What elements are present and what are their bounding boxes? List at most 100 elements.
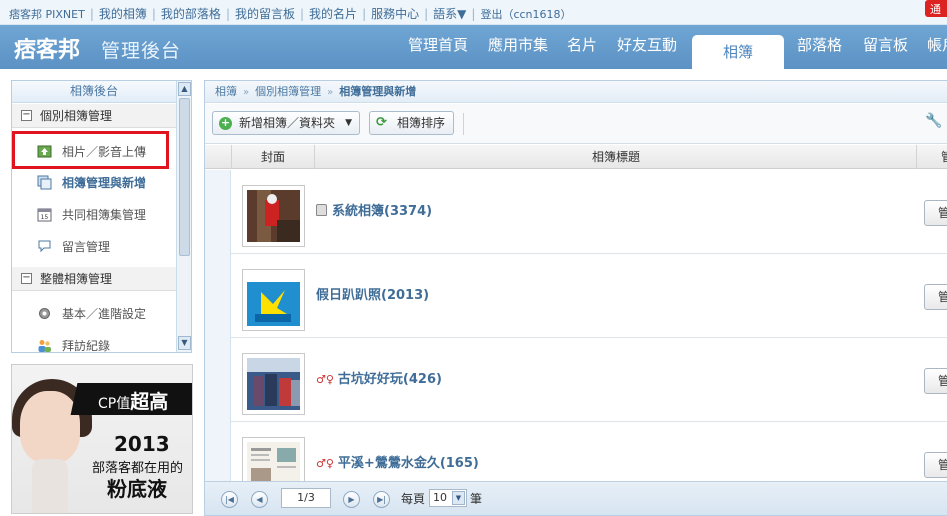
add-album-label: 新增相簿／資料夾 [239, 116, 336, 130]
separator: | [424, 7, 429, 21]
section-label: 整體相簿管理 [40, 272, 113, 286]
plus-icon: + [219, 116, 232, 130]
separator: | [151, 7, 156, 21]
link-pixnet[interactable]: 痞客邦 PIXNET [9, 8, 85, 21]
nav-app-market[interactable]: 應用市集 [488, 25, 548, 69]
top-link-bar: 痞客邦 PIXNET | 我的相簿 | 我的部落格 | 我的留言板 | 我的名片 | 服務中心 | 語系… [0, 0, 947, 25]
per-page-unit: 筆 [470, 492, 483, 506]
breadcrumb: 相簿 » 個別相簿管理 » 相簿管理與新增 [205, 81, 947, 103]
album-cover[interactable] [242, 353, 305, 415]
album-title-text: 系統相簿(3374) [332, 204, 433, 219]
manage-button[interactable]: 管理 [924, 284, 947, 310]
album-cover[interactable] [242, 185, 305, 247]
header: 痞客邦 管理後台 管理首頁 應用市集 名片 好友互動 相簿 部落格 留言板 帳戶 [0, 25, 947, 69]
manage-button[interactable]: 管理 [924, 200, 947, 226]
link-my-album[interactable]: 我的相簿 [99, 7, 147, 21]
nav-card[interactable]: 名片 [567, 25, 597, 69]
album-title-text: 平溪+鶯鶯水金久(165) [337, 456, 479, 471]
nav-album-active[interactable]: 相簿 [692, 35, 784, 69]
row-selector[interactable] [205, 338, 231, 422]
separator: | [471, 7, 476, 21]
dropdown-arrow-icon: ▼ [345, 118, 352, 128]
breadcrumb-individual[interactable]: 個別相簿管理 [255, 85, 321, 98]
album-title[interactable]: 系統相簿(3374) [316, 170, 432, 254]
separator: | [89, 7, 94, 21]
breadcrumb-album[interactable]: 相簿 [215, 85, 237, 98]
prev-page-icon[interactable]: ◀ [251, 491, 268, 508]
sidebar-item-label: 共同相簿集管理 [62, 208, 147, 222]
shared-album-icon: ♂♀ [316, 373, 334, 386]
ad-line2: 2013 [114, 432, 170, 456]
per-page-value: 10 [433, 491, 447, 504]
nav-admin-home[interactable]: 管理首頁 [408, 25, 468, 69]
sidebar-item-shared-albums[interactable]: 15 共同相簿集管理 [12, 202, 176, 228]
sidebar-section-individual[interactable]: − 個別相簿管理 [12, 104, 176, 128]
sidebar-item-label: 留言管理 [62, 240, 111, 254]
first-page-icon[interactable]: |◀ [221, 491, 238, 508]
scroll-down-arrow-icon[interactable]: ▼ [178, 336, 191, 350]
sidebar-item-album-manage[interactable]: 相簿管理與新增 [12, 170, 176, 196]
main-panel: 相簿» 個別相簿管理» 相簿管理與新增 + 新增相簿／資料夾 ▼ ⟳ 相簿排序 🔧 … [204, 80, 947, 516]
column-title: 相簿標題 [591, 150, 640, 164]
cover-image [247, 274, 300, 326]
sidebar-item-settings[interactable]: 基本／進階設定 [12, 301, 176, 327]
row-selector[interactable] [205, 170, 231, 254]
nav-guestbook[interactable]: 留言板 [863, 25, 908, 69]
table-row[interactable]: 假日趴趴照(2013) 管理 [205, 254, 947, 338]
per-page-select[interactable]: 10 ▼ [429, 489, 467, 507]
top-links: 痞客邦 PIXNET | 我的相簿 | 我的部落格 | 我的留言板 | 我的名片 | 服務中心 | 語系… [9, 5, 572, 22]
calendar-icon: 15 [37, 208, 52, 222]
cover-image [247, 358, 300, 410]
page-input[interactable]: 1/3 [281, 488, 331, 508]
column-manage: 管理 [916, 145, 947, 169]
separator: | [225, 7, 230, 21]
link-my-guestbook[interactable]: 我的留言板 [235, 7, 295, 21]
album-title[interactable]: ♂♀ 古坑好好玩(426) [316, 338, 442, 422]
row-selector[interactable] [205, 254, 231, 338]
sidebar-item-comments[interactable]: 留言管理 [12, 234, 176, 260]
separator: | [300, 7, 305, 21]
link-service-center[interactable]: 服務中心 [371, 7, 419, 21]
album-cover[interactable] [242, 269, 305, 331]
chevron-down-icon: ▼ [452, 491, 465, 505]
link-my-blog[interactable]: 我的部落格 [161, 7, 221, 21]
breadcrumb-arrow-icon: » [327, 87, 334, 98]
pixnet-logo[interactable]: 痞客邦 [14, 32, 80, 64]
nav-account[interactable]: 帳戶 [927, 25, 947, 69]
link-logout[interactable]: 登出（ccn1618） [480, 8, 571, 21]
ad-model-neck [32, 459, 68, 513]
album-title-text: 古坑好好玩(426) [337, 372, 442, 387]
album-title-text: 假日趴趴照(2013) [316, 288, 430, 303]
next-page-icon[interactable]: ▶ [343, 491, 360, 508]
sidebar-scrollbar[interactable]: ▲ ▼ [176, 81, 191, 352]
sort-albums-button[interactable]: ⟳ 相簿排序 [369, 111, 454, 135]
gear-icon [39, 308, 50, 319]
manage-button[interactable]: 管理 [924, 368, 947, 394]
album-title[interactable]: 假日趴趴照(2013) [316, 254, 429, 338]
scroll-up-arrow-icon[interactable]: ▲ [178, 82, 191, 96]
table-row[interactable]: 系統相簿(3374) 管理 [205, 170, 947, 254]
notification-button[interactable]: 通 [925, 0, 947, 17]
logo-text: 痞客邦 [14, 38, 81, 63]
collapse-icon[interactable]: − [21, 273, 32, 284]
wrench-icon[interactable]: 🔧 [925, 113, 942, 129]
scroll-thumb[interactable] [179, 98, 190, 256]
ad-line1-prefix: CP值 [98, 396, 131, 412]
column-cover: 封面 [231, 145, 315, 169]
sidebar-item-visit-log[interactable]: 拜訪紀錄 [12, 333, 176, 352]
nav-blog[interactable]: 部落格 [797, 25, 842, 69]
toolbar-divider [463, 113, 464, 135]
advertisement[interactable]: CP值超高 2013 部落客都在用的 粉底液 [11, 364, 193, 514]
pagination-bar: |◀ ◀ 1/3 ▶ ▶| 每頁 10 ▼ 筆 [205, 481, 947, 515]
manage-button[interactable]: 管理 [924, 452, 947, 478]
table-row[interactable]: ♂♀古坑好好玩(426) 管理 [205, 338, 947, 422]
svg-text:15: 15 [41, 214, 49, 221]
sidebar-section-overall[interactable]: − 整體相簿管理 [12, 267, 176, 291]
section-label: 個別相簿管理 [40, 109, 113, 123]
link-my-card[interactable]: 我的名片 [309, 7, 357, 21]
nav-friends[interactable]: 好友互動 [617, 25, 677, 69]
collapse-icon[interactable]: − [21, 110, 32, 121]
add-album-button[interactable]: + 新增相簿／資料夾 ▼ [212, 111, 360, 135]
last-page-icon[interactable]: ▶| [373, 491, 390, 508]
link-language[interactable]: 語系▼ [433, 7, 466, 21]
